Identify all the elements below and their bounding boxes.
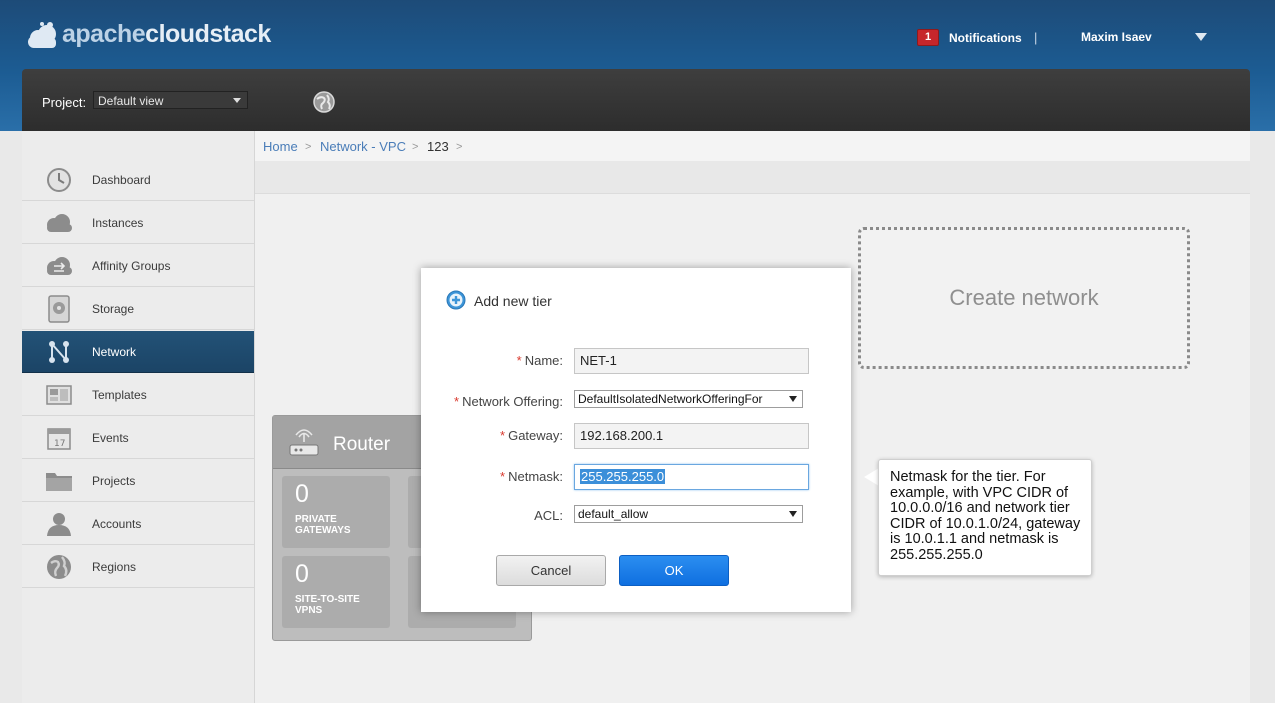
tile-caption: PRIVATE GATEWAYS	[295, 514, 351, 536]
sidebar-item-storage[interactable]: Storage	[22, 288, 254, 330]
sidebar-item-label: Projects	[92, 473, 136, 488]
network-offering-value: DefaultIsolatedNetworkOfferingFor	[578, 392, 763, 406]
netmask-label: * Netmask:	[461, 469, 563, 484]
create-network-button[interactable]: Create network	[858, 227, 1190, 369]
ok-button[interactable]: OK	[619, 555, 729, 586]
sidebar-item-affinity-groups[interactable]: Affinity Groups	[22, 245, 254, 287]
project-bar: Project: Default view	[22, 69, 1250, 131]
sidebar-item-instances[interactable]: Instances	[22, 202, 254, 244]
sidebar-item-dashboard[interactable]: Dashboard	[22, 159, 254, 201]
required-mark: *	[500, 469, 506, 484]
gateway-field[interactable]: 192.168.200.1	[574, 423, 809, 449]
router-title: Router	[333, 434, 391, 455]
breadcrumb: Home > Network - VPC > 123 >	[255, 131, 1250, 161]
user-menu-chevron-down-icon[interactable]	[1195, 33, 1207, 41]
sidebar-item-label: Accounts	[92, 516, 142, 531]
affinity-icon	[44, 252, 74, 280]
network-offering-label: * Network Offering:	[441, 394, 563, 409]
sidebar-item-label: Instances	[92, 215, 144, 230]
netmask-help-tooltip: Netmask for the tier. For example, with …	[878, 459, 1092, 576]
calendar-icon: 17	[44, 424, 74, 452]
network-offering-label-text: Network Offering:	[462, 394, 563, 409]
globe-icon	[44, 553, 74, 581]
dialog-title: Add new tier	[474, 293, 552, 309]
notifications-button[interactable]: 1 Notifications	[917, 29, 1022, 46]
cloudstack-logo[interactable]: apachecloudstack	[26, 14, 271, 54]
notifications-count-badge: 1	[917, 29, 939, 46]
gateway-field-value: 192.168.200.1	[580, 428, 664, 443]
add-circle-icon	[446, 290, 466, 310]
network-offering-select[interactable]: DefaultIsolatedNetworkOfferingFor	[574, 390, 803, 408]
user-icon	[44, 510, 74, 538]
sidebar-item-network[interactable]: Network	[22, 331, 254, 373]
logo-cloud-icon	[26, 20, 60, 48]
breadcrumb-network-vpc[interactable]: Network - VPC	[320, 139, 406, 154]
tile-count: 0	[295, 480, 309, 508]
project-select-value: Default view	[98, 94, 164, 108]
header-separator: |	[1034, 30, 1038, 45]
gateway-label-text: Gateway:	[508, 428, 563, 443]
name-field[interactable]: NET-1	[574, 348, 809, 374]
tooltip-arrow	[864, 468, 879, 486]
name-field-value: NET-1	[580, 353, 617, 368]
templates-icon	[44, 381, 74, 409]
sidebar-item-templates[interactable]: Templates	[22, 374, 254, 416]
sidebar-item-label: Dashboard	[92, 172, 151, 187]
sidebar-item-label: Templates	[92, 387, 147, 402]
create-network-label: Create network	[949, 285, 1099, 310]
folder-icon	[44, 467, 74, 495]
breadcrumb-current[interactable]: 123	[427, 139, 449, 154]
netmask-field[interactable]: 255.255.255.0	[574, 464, 809, 490]
sidebar-item-label: Network	[92, 344, 137, 359]
sidebar-item-label: Regions	[92, 559, 137, 574]
name-label-text: Name:	[524, 353, 563, 368]
chevron-down-icon	[233, 98, 241, 103]
acl-label: ACL:	[534, 508, 563, 523]
sidebar-item-projects[interactable]: Projects	[22, 460, 254, 502]
breadcrumb-separator: >	[456, 141, 463, 153]
required-mark: *	[516, 353, 522, 368]
netmask-label-text: Netmask:	[508, 469, 563, 484]
cancel-button[interactable]: Cancel	[496, 555, 606, 586]
sidebar-item-label: Storage	[92, 301, 135, 316]
storage-icon	[44, 294, 74, 323]
tooltip-text: Netmask for the tier. For example, with …	[890, 469, 1081, 563]
notifications-label: Notifications	[949, 30, 1022, 45]
chevron-down-icon	[789, 511, 797, 517]
project-label: Project:	[42, 95, 87, 110]
acl-select[interactable]: default_allow	[574, 505, 803, 523]
router-icon	[287, 428, 321, 463]
site-to-site-vpns-tile[interactable]: 0 SITE-TO-SITE VPNS	[282, 556, 390, 628]
tile-caption: SITE-TO-SITE VPNS	[295, 594, 360, 616]
private-gateways-tile[interactable]: 0 PRIVATE GATEWAYS	[282, 476, 390, 548]
breadcrumb-separator: >	[305, 141, 312, 153]
add-tier-dialog: Add new tier * Name: NET-1 * Network Offer…	[421, 268, 851, 612]
region-globe-icon[interactable]	[313, 91, 335, 113]
name-label: * Name:	[461, 353, 563, 368]
sidebar-item-events[interactable]: 17 Events	[22, 417, 254, 459]
cloud-icon	[44, 209, 74, 237]
user-name[interactable]: Maxim Isaev	[1081, 30, 1152, 44]
gateway-label: * Gateway:	[461, 428, 563, 443]
sidebar-item-label: Affinity Groups	[92, 258, 171, 273]
logo-text-cloudstack: cloudstack	[145, 19, 271, 48]
netmask-field-value: 255.255.255.0	[580, 469, 666, 484]
project-select[interactable]: Default view	[93, 91, 248, 109]
tile-count: 0	[295, 560, 309, 588]
svg-text:17: 17	[54, 439, 65, 449]
logo-text-apache: apache	[62, 19, 146, 48]
acl-value: default_allow	[578, 507, 649, 521]
sidebar-item-label: Events	[92, 430, 129, 445]
chevron-down-icon	[789, 396, 797, 402]
network-icon	[44, 338, 74, 366]
required-mark: *	[500, 428, 506, 443]
breadcrumb-home[interactable]: Home	[263, 139, 298, 154]
sidebar-item-accounts[interactable]: Accounts	[22, 503, 254, 545]
dashboard-icon	[44, 166, 74, 194]
required-mark: *	[454, 394, 460, 409]
sidebar-item-regions[interactable]: Regions	[22, 546, 254, 588]
breadcrumb-separator: >	[412, 141, 419, 153]
sidebar-nav: Dashboard Instances Affinity Groups Stor…	[22, 131, 255, 703]
toolbar-strip	[255, 161, 1250, 194]
